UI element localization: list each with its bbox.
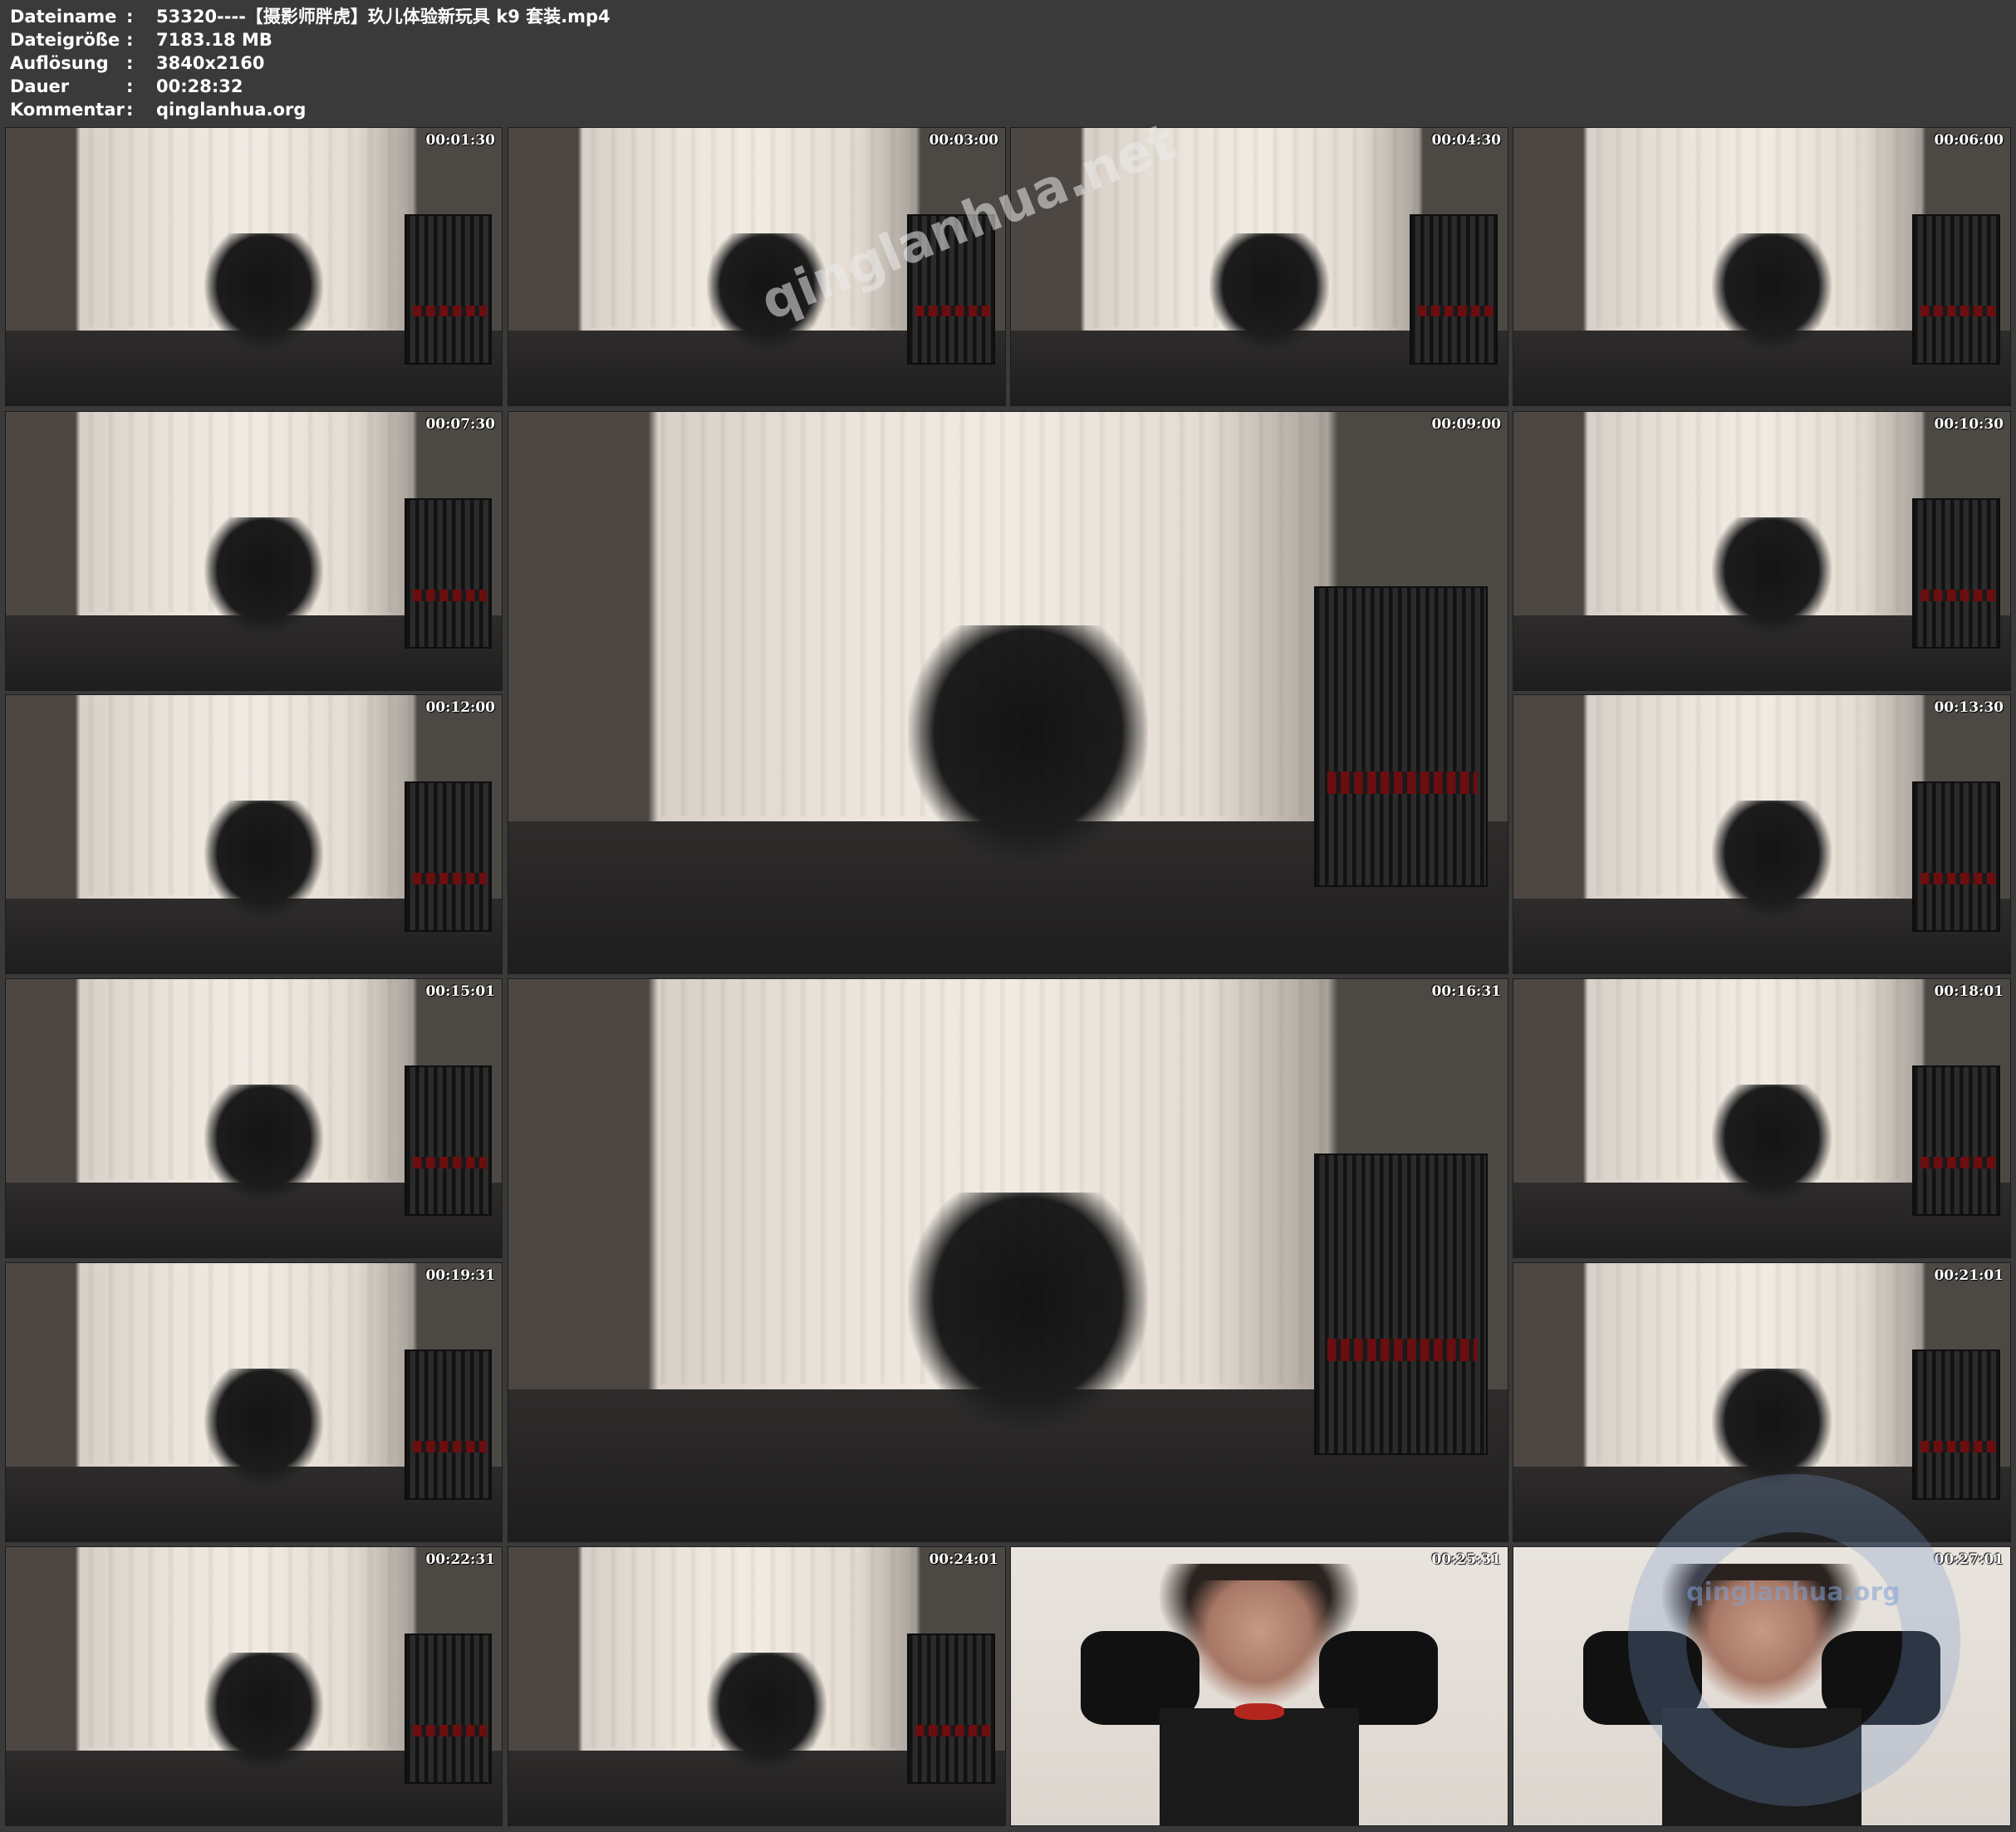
timestamp: 00:27:01 [1934,1551,2004,1568]
timestamp: 00:03:00 [929,132,998,149]
timestamp: 00:09:00 [1431,416,1501,433]
timestamp: 00:16:31 [1431,983,1501,1000]
cage-shape [404,213,493,365]
figure-shape [908,625,1148,861]
cage-shape [1912,213,2001,365]
video-thumbnail-closeup: 00:25:31 [1010,1546,1508,1826]
video-thumbnail: 00:19:31 [5,1262,503,1542]
figure-shape [707,1653,827,1770]
timestamp: 00:21:01 [1934,1267,2004,1284]
figure-shape [204,1369,324,1486]
video-thumbnail: 00:18:01 [1513,978,2011,1258]
timestamp: 00:22:31 [425,1551,495,1568]
cage-accent [412,873,488,884]
video-thumbnail: 00:10:30 [1513,411,2011,691]
video-thumbnail: 00:12:00 [5,694,503,974]
timestamp: 00:15:01 [425,983,495,1000]
cage-accent [1920,873,1996,884]
cage-shape [1912,497,2001,649]
cage-shape [404,781,493,933]
video-thumbnail-large: 00:16:31 [508,978,1508,1542]
cage-accent [1920,305,1996,317]
video-thumbnail: 00:07:30 [5,411,503,691]
timestamp: 00:01:30 [425,132,495,149]
cage-accent [915,1725,991,1736]
cage-accent [412,305,488,317]
timestamp: 00:25:31 [1431,1551,1501,1568]
cage-shape [404,497,493,649]
figure-shape [204,801,324,918]
watermark-ring-icon [1628,1474,1960,1806]
cage-accent [1327,1339,1478,1362]
timestamp: 00:07:30 [425,416,495,433]
video-thumbnail: 00:06:00 [1513,127,2011,406]
cage-shape [907,1633,996,1785]
cage-accent [412,1157,488,1168]
cage-accent [1920,1157,1996,1168]
cage-shape [1912,1065,2001,1217]
video-thumbnail: 00:01:30 [5,127,503,406]
figure-shape [204,1085,324,1202]
figure-shape [204,517,324,634]
timestamp: 00:18:01 [1934,983,2004,1000]
cage-accent [1920,590,1996,601]
video-thumbnail: 00:13:30 [1513,694,2011,974]
cage-accent [1920,1441,1996,1452]
timestamp: 00:13:30 [1934,699,2004,716]
torso-shape [1160,1708,1359,1825]
cage-shape [1912,1349,2001,1501]
cage-shape [404,1349,493,1501]
figure-shape [1712,1085,1832,1202]
timestamp: 00:04:30 [1431,132,1501,149]
timestamp: 00:19:31 [425,1267,495,1284]
video-thumbnail: 00:24:01 [508,1546,1006,1826]
cage-accent [915,305,991,317]
figure-shape [1712,233,1832,350]
timestamp: 00:06:00 [1934,132,2004,149]
figure-shape [1712,1369,1832,1486]
cage-accent [412,1725,488,1736]
watermark-ring-text: qinglanhua.org [1686,1578,1901,1607]
video-thumbnail: 00:15:01 [5,978,503,1258]
figure-shape [1712,517,1832,634]
timestamp: 00:12:00 [425,699,495,716]
timestamp: 00:24:01 [929,1551,998,1568]
figure-shape [204,1653,324,1770]
cage-shape [404,1065,493,1217]
cage-shape [1314,585,1488,887]
figure-shape [1209,233,1329,350]
cage-accent [1327,771,1478,794]
cage-shape [1912,781,2001,933]
cage-accent [1418,305,1494,317]
video-thumbnail-large: 00:09:00 [508,411,1508,974]
video-thumbnail: 00:22:31 [5,1546,503,1826]
cage-accent [412,590,488,601]
figure-shape [908,1193,1148,1429]
cage-shape [1314,1153,1488,1455]
figure-shape [1712,801,1832,918]
collar-shape [1234,1702,1284,1720]
cage-shape [404,1633,493,1785]
figure-shape [204,233,324,350]
cage-accent [412,1441,488,1452]
cage-shape [1410,213,1499,365]
timestamp: 00:10:30 [1934,416,2004,433]
face-shape [1185,1580,1334,1706]
